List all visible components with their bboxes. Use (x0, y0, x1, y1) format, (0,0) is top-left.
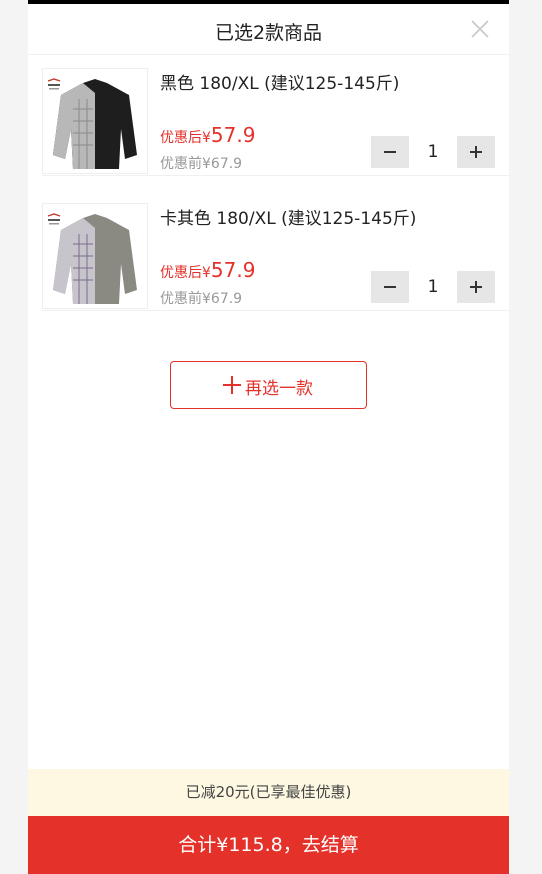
sheet-title: 已选2款商品 (214, 22, 323, 44)
quantity-value[interactable]: 1 (409, 277, 457, 297)
plus-icon (470, 281, 482, 293)
sheet-header: 已选2款商品 (28, 4, 509, 55)
original-price: 优惠前¥67.9 (160, 156, 243, 172)
minus-icon (384, 151, 396, 153)
plus-icon (470, 146, 482, 158)
select-another-button[interactable]: 再选一款 (170, 361, 367, 409)
quantity-value[interactable]: 1 (409, 142, 457, 162)
product-image[interactable] (42, 68, 148, 174)
increase-button[interactable] (457, 136, 495, 168)
product-image[interactable] (42, 203, 148, 309)
minus-icon (384, 286, 396, 288)
discounted-price: 优惠后¥57.9 (160, 258, 256, 282)
original-price: 优惠前¥67.9 (160, 291, 243, 307)
increase-button[interactable] (457, 271, 495, 303)
plus-icon (223, 376, 241, 394)
discounted-price: 优惠后¥57.9 (160, 123, 256, 147)
cart-item: 卡其色 180/XL (建议125-145斤) 优惠后¥57.9 优惠前¥67.… (42, 190, 509, 311)
discount-banner: 已减20元(已享最佳优惠) (28, 769, 509, 816)
decrease-button[interactable] (371, 136, 409, 168)
checkout-button[interactable]: 合计¥115.8，去结算 (28, 816, 509, 874)
close-icon[interactable] (467, 16, 493, 42)
decrease-button[interactable] (371, 271, 409, 303)
brand-logo (47, 213, 61, 225)
product-name: 黑色 180/XL (建议125-145斤) (160, 74, 400, 94)
select-another-label: 再选一款 (245, 379, 313, 399)
product-name: 卡其色 180/XL (建议125-145斤) (160, 209, 417, 229)
quantity-stepper: 1 (371, 136, 495, 168)
brand-logo (47, 78, 61, 90)
quantity-stepper: 1 (371, 271, 495, 303)
cart-item: 黑色 180/XL (建议125-145斤) 优惠后¥57.9 优惠前¥67.9… (42, 55, 509, 176)
product-selection-sheet: 已选2款商品 黑色 180/XL (建议125-145斤) 优惠后¥57.9 优… (28, 0, 509, 874)
